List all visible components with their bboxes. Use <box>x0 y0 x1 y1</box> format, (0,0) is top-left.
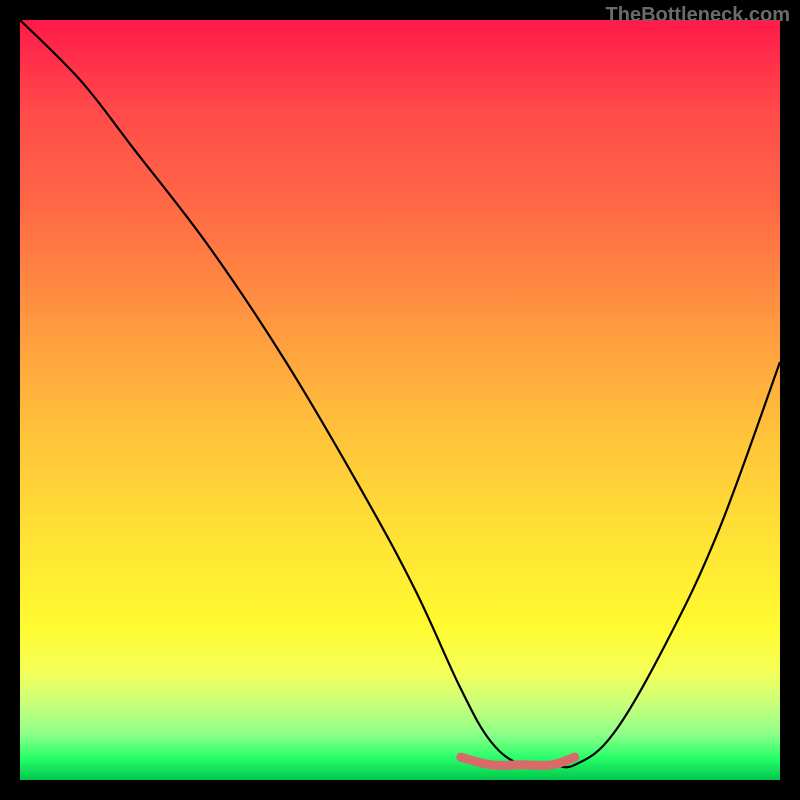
chart-area <box>20 20 780 780</box>
bottleneck-chart <box>20 20 780 780</box>
optimum-marker-path <box>461 757 575 765</box>
attribution-text: TheBottleneck.com <box>606 4 790 27</box>
bottleneck-curve-path <box>20 20 780 767</box>
